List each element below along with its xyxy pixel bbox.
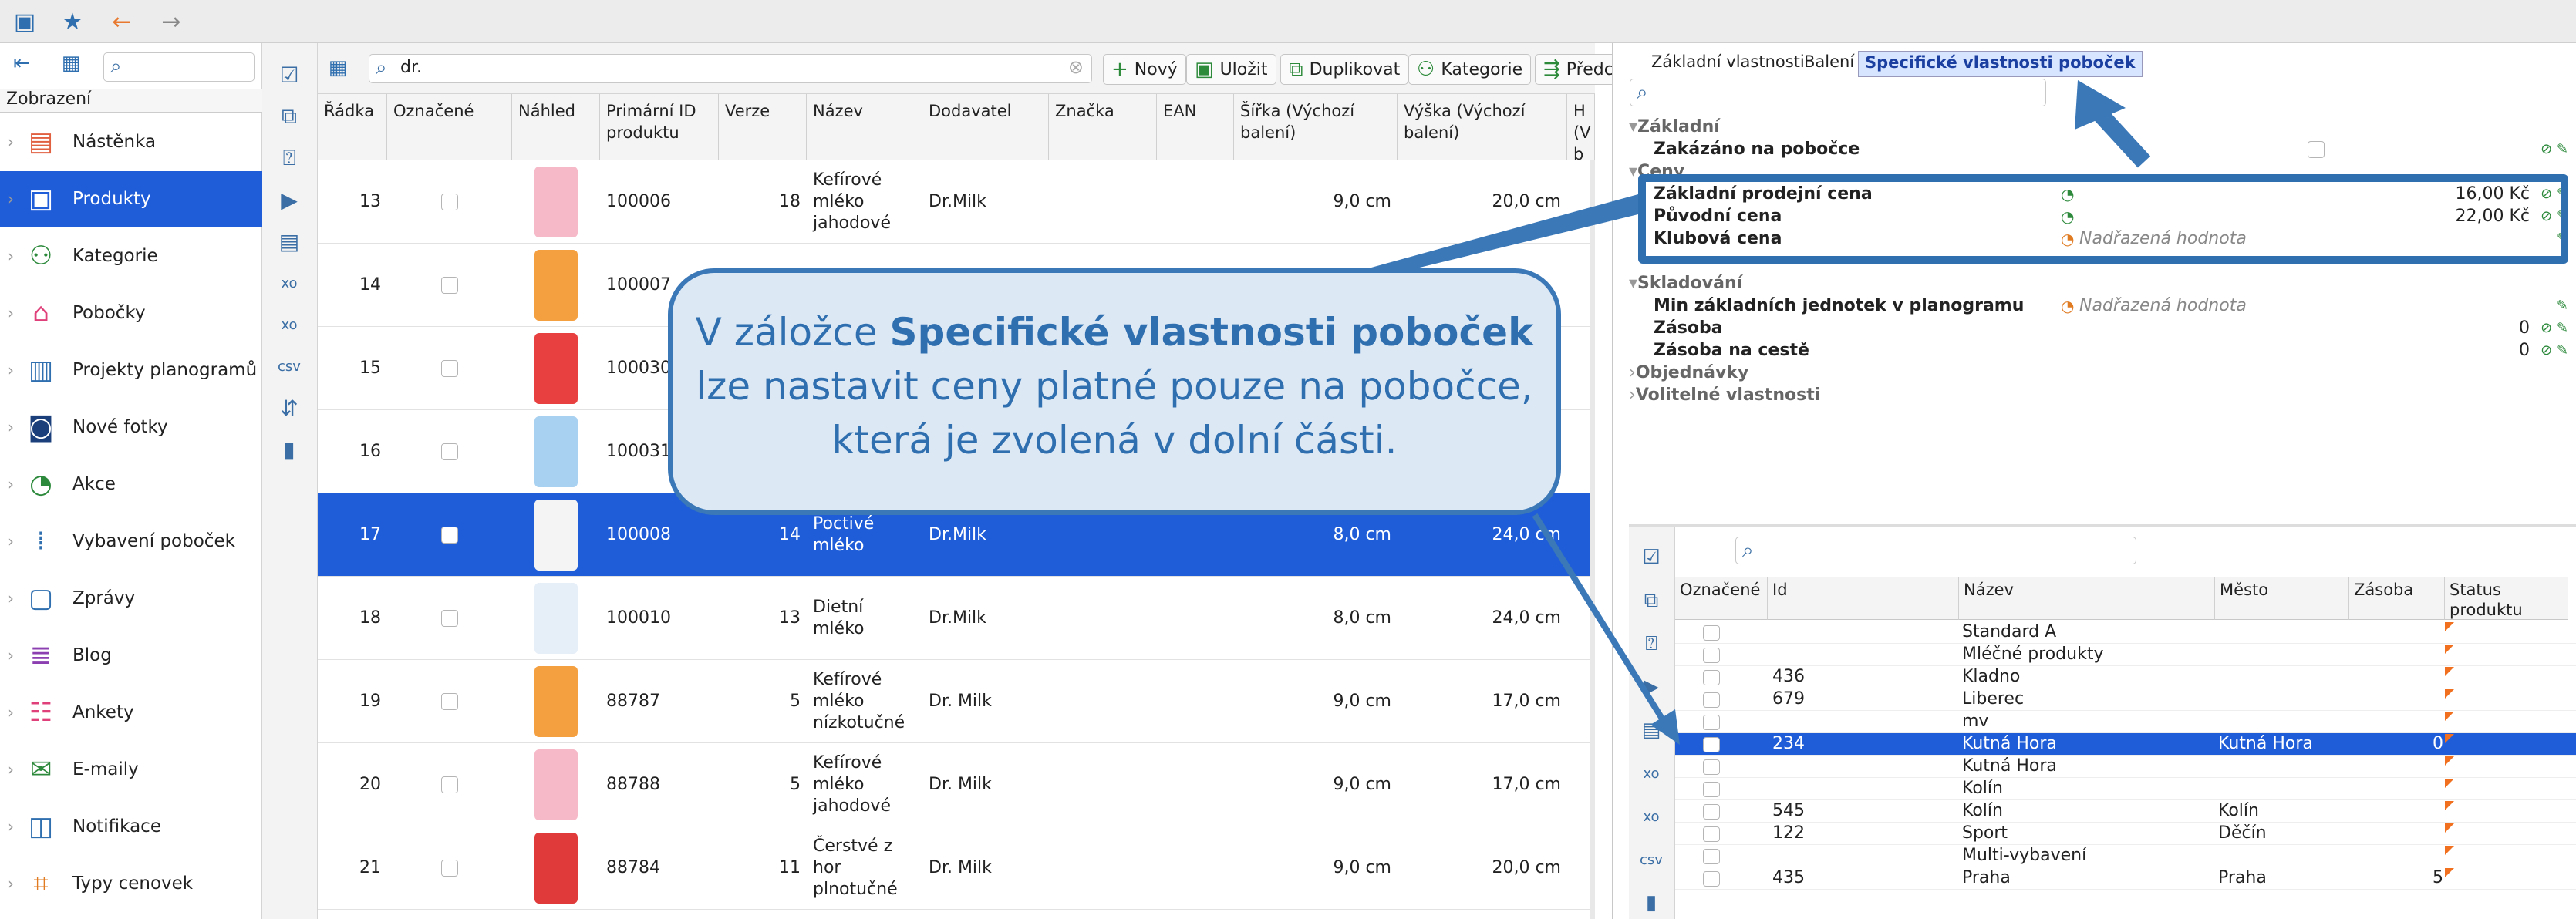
callout-pointer [1357,194,1638,271]
callout-box: V záložce Specifické vlastnosti poboček … [668,268,1561,515]
branch-arrow-line [1532,513,1669,727]
callout-line3: která je zvolená v dolní části. [831,418,1398,463]
callout-bold: Specifické vlastnosti poboček [889,310,1534,355]
callout-text: V záložce [695,310,890,355]
branch-arrow-head [1650,709,1680,745]
callout-line1: V záložce Specifické vlastnosti poboček [673,305,1556,359]
callout-line2: lze nastavit ceny platné pouze na pobočc… [696,364,1533,409]
